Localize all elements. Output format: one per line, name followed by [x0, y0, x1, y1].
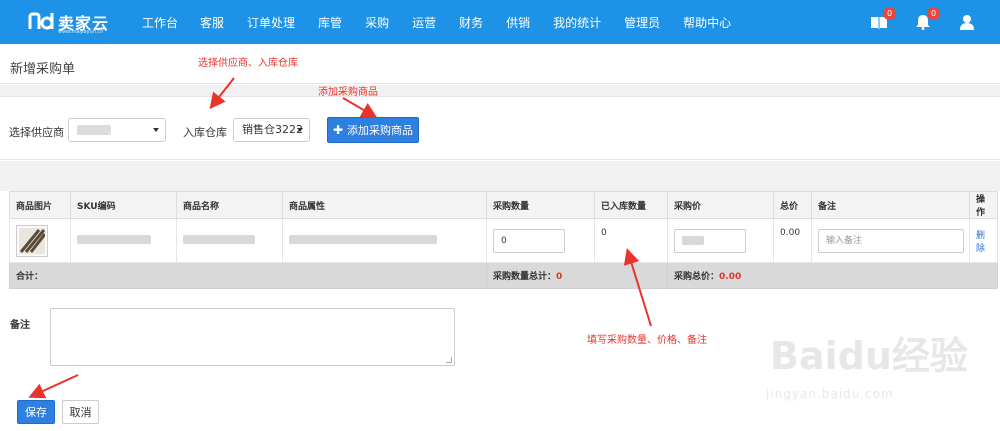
nav-item-distribution[interactable]: 供销: [506, 14, 530, 31]
add-purchase-item-label: 添加采购商品: [347, 124, 414, 137]
nav-item-orders[interactable]: 订单处理: [247, 14, 295, 31]
chevron-down-icon: [297, 128, 303, 132]
supplier-select[interactable]: [68, 118, 166, 142]
cell-total: 0.00: [773, 218, 812, 263]
book-badge: 0: [883, 7, 896, 20]
attributes-redacted: [289, 234, 437, 244]
price-redacted: [682, 235, 704, 245]
cell-remark: 输入备注: [811, 218, 970, 263]
col-action: 操作: [969, 191, 998, 219]
qty-total-value: 0: [556, 272, 563, 282]
plus-icon: ✚: [332, 123, 344, 137]
user-icon[interactable]: [956, 11, 978, 33]
price-total-value: 0.00: [719, 272, 742, 282]
col-name: 商品名称: [176, 191, 283, 219]
supplier-value-redacted: [77, 125, 111, 135]
chevron-down-icon: [153, 128, 159, 132]
sku-redacted: [77, 234, 151, 244]
remark-input[interactable]: 输入备注: [818, 228, 964, 253]
col-qty: 采购数量: [486, 191, 595, 219]
col-total: 总价: [773, 191, 812, 219]
purchase-form-header: 选择供应商 入库仓库 销售仓3222 ✚ 添加采购商品: [0, 96, 1000, 160]
warehouse-label: 入库仓库: [183, 126, 227, 139]
cell-received: 0: [594, 218, 668, 263]
arrow-to-save: [28, 374, 79, 399]
warehouse-select[interactable]: 销售仓3222: [233, 118, 310, 142]
cell-attributes: [282, 218, 487, 263]
nav-item-help[interactable]: 帮助中心: [683, 14, 731, 31]
total-label: 合计：: [9, 262, 487, 289]
qty-total-label: 采购数量总计：: [493, 272, 557, 282]
supplier-label: 选择供应商: [9, 126, 64, 139]
price-total-label: 采购总价：: [674, 272, 720, 282]
annotation-fill-fields: 填写采购数量、价格、备注: [587, 335, 707, 346]
brand-logo-icon: [28, 12, 54, 30]
section-divider: [0, 85, 1000, 96]
top-navbar: 卖家云 www.maijiayun.cn 工作台 客服 订单处理 库管 采购 运…: [0, 0, 1000, 44]
name-redacted: [183, 234, 255, 244]
warehouse-value: 销售仓3222: [242, 123, 303, 136]
cell-image: [9, 218, 71, 263]
delete-link[interactable]: 删除: [976, 231, 985, 254]
col-received: 已入库数量: [594, 191, 668, 219]
nav-item-inventory[interactable]: 库管: [318, 14, 342, 31]
nav-item-purchase[interactable]: 采购: [365, 14, 389, 31]
annotation-add-items: 添加采购商品: [318, 87, 378, 98]
bell-badge: 0: [927, 7, 940, 20]
save-button[interactable]: 保存: [17, 400, 55, 424]
bell-icon[interactable]: 0: [912, 7, 940, 33]
nav-item-admin[interactable]: 管理员: [624, 14, 660, 31]
page-header: 新增采购单: [0, 44, 1000, 84]
price-total: 采购总价：0.00: [667, 262, 998, 289]
col-image: 商品图片: [9, 191, 71, 219]
purchase-items-table: 商品图片 SKU编码 商品名称 商品属性 采购数量 已入库数量 采购价 总价 备…: [9, 191, 998, 289]
section-divider: [0, 161, 1000, 191]
main-nav: 工作台 客服 订单处理 库管 采购 运营 财务 供销 我的统计 管理员 帮助中心: [142, 0, 754, 44]
cell-sku: [70, 218, 177, 263]
cell-price: [667, 218, 774, 263]
cell-name: [176, 218, 283, 263]
cell-action: 删除: [969, 218, 998, 263]
table-header-row: 商品图片 SKU编码 商品名称 商品属性 采购数量 已入库数量 采购价 总价 备…: [9, 191, 998, 219]
price-input[interactable]: [674, 228, 746, 253]
watermark: Baidu经验 jingyan.baidu.com: [766, 325, 980, 420]
brand-logo[interactable]: 卖家云 www.maijiayun.cn: [28, 8, 109, 36]
annotation-select-supplier: 选择供应商、入库仓库: [198, 58, 298, 69]
book-icon[interactable]: 0: [868, 7, 896, 33]
top-icons: 0 0: [868, 0, 978, 44]
remark-textarea[interactable]: [50, 308, 455, 366]
product-thumbnail[interactable]: [16, 224, 48, 257]
nav-item-service[interactable]: 客服: [200, 14, 224, 31]
col-price: 采购价: [667, 191, 774, 219]
remark-label: 备注: [10, 320, 30, 331]
add-purchase-item-button[interactable]: ✚ 添加采购商品: [327, 117, 419, 143]
watermark-url: jingyan.baidu.com: [766, 387, 894, 401]
table-total-row: 合计： 采购数量总计：0 采购总价：0.00: [9, 262, 998, 289]
col-remark: 备注: [811, 191, 970, 219]
nav-item-stats[interactable]: 我的统计: [553, 14, 601, 31]
nav-item-workbench[interactable]: 工作台: [142, 14, 178, 31]
brand-sub: www.maijiayun.cn: [58, 29, 104, 35]
qty-input[interactable]: 0: [493, 228, 565, 253]
watermark-text: Baidu经验: [770, 334, 968, 378]
resize-handle[interactable]: [446, 357, 452, 363]
page-title: 新增采购单: [10, 62, 76, 77]
qty-total: 采购数量总计：0: [486, 262, 668, 289]
nav-item-finance[interactable]: 财务: [459, 14, 483, 31]
table-row: 0 0 0.00 输入备注 删除: [9, 218, 998, 263]
col-sku: SKU编码: [70, 191, 177, 219]
col-attributes: 商品属性: [282, 191, 487, 219]
cell-qty: 0: [486, 218, 595, 263]
cancel-button[interactable]: 取消: [62, 400, 99, 424]
nav-item-operations[interactable]: 运营: [412, 14, 436, 31]
